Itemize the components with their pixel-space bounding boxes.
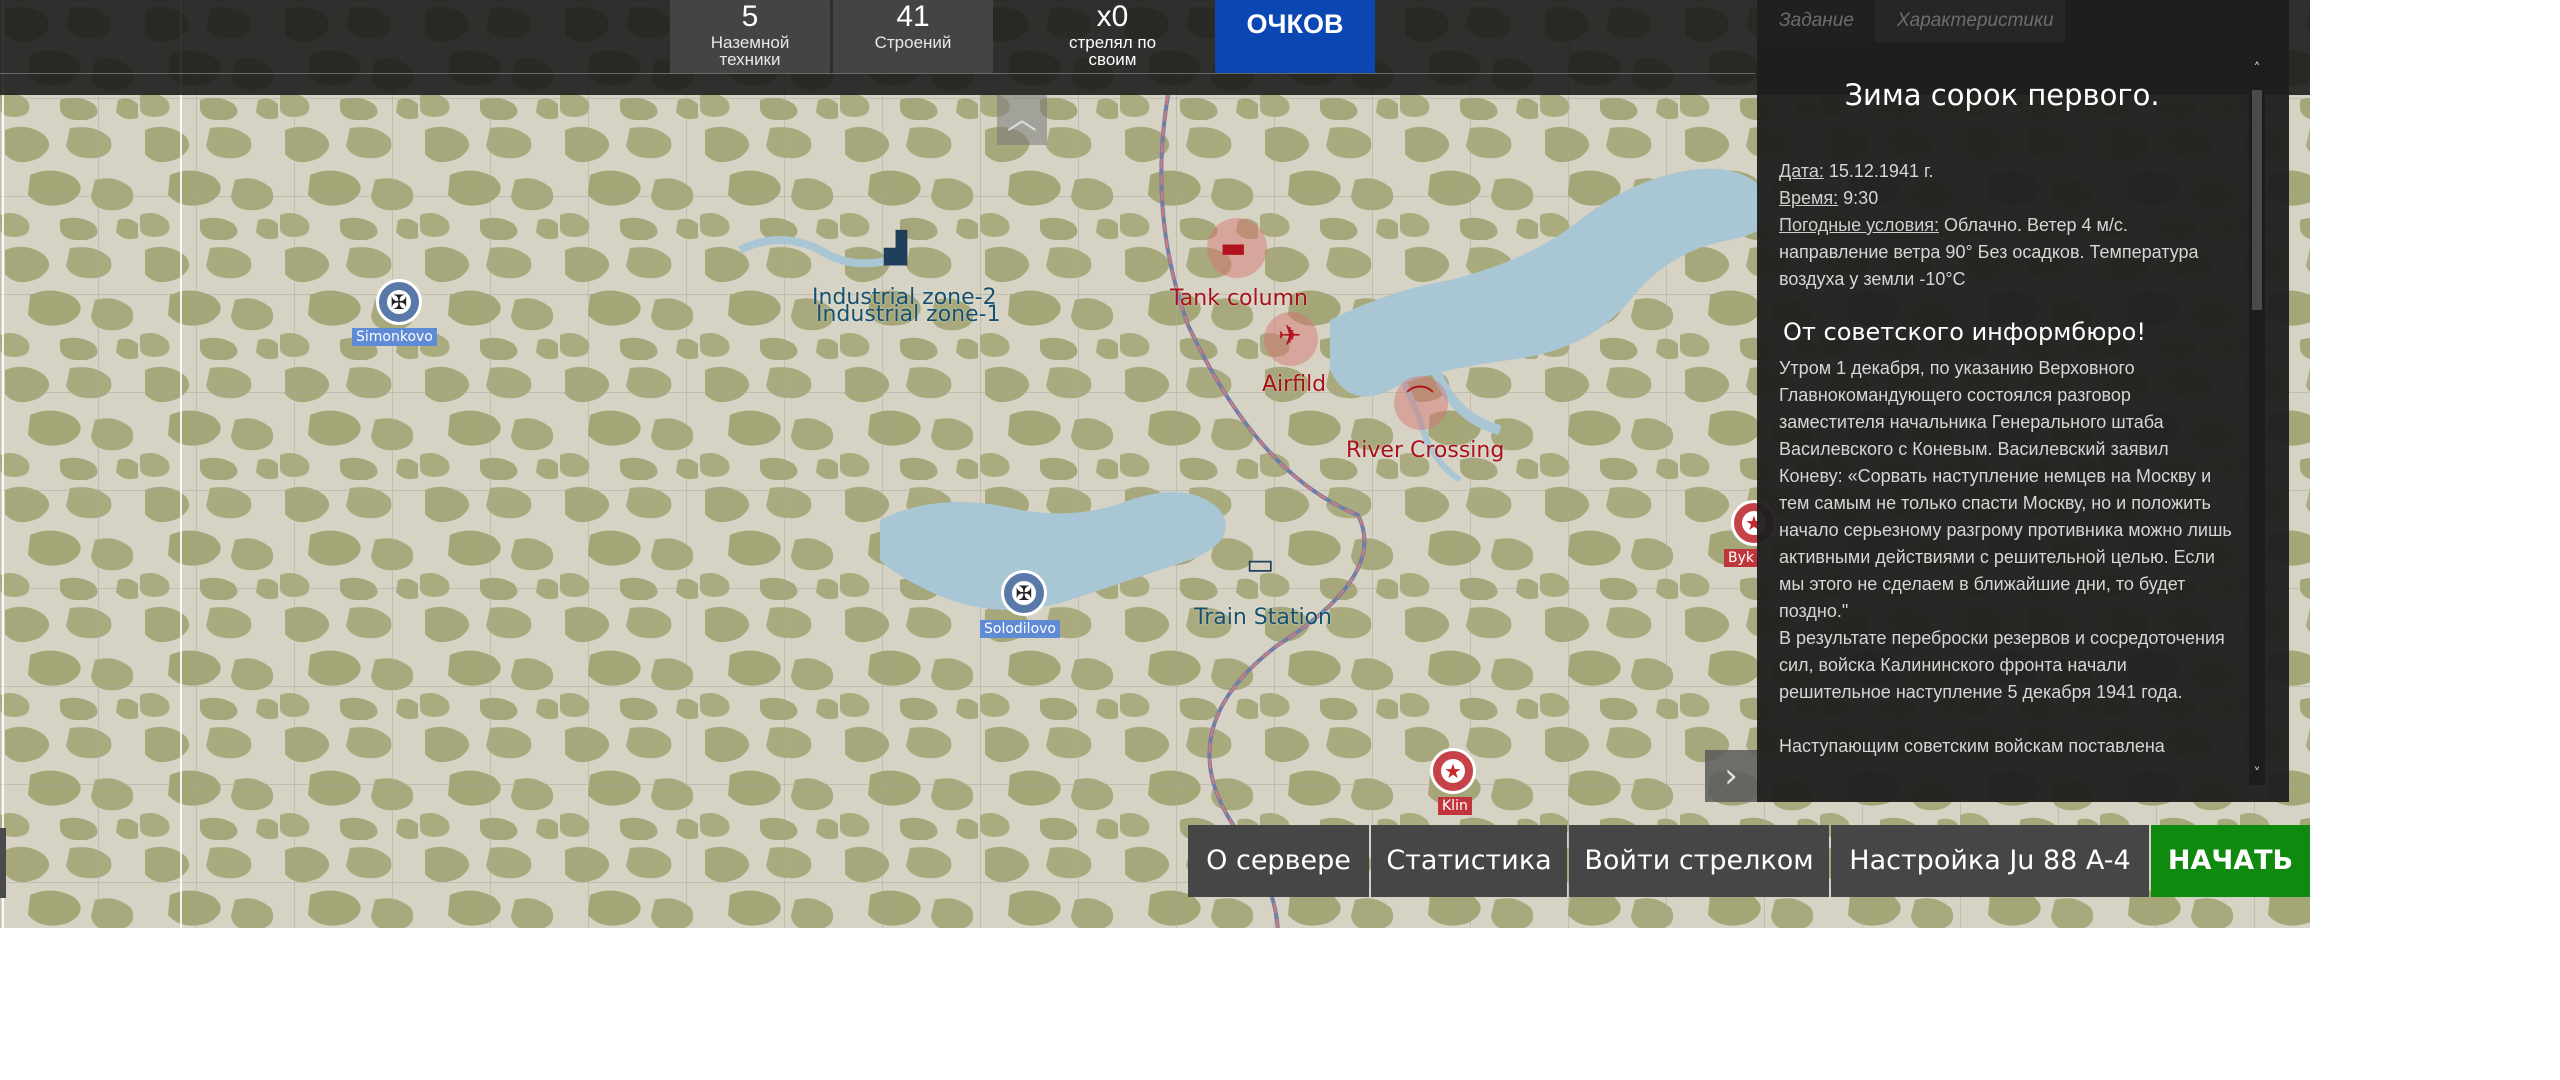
- briefing-paragraph: Наступающим советским войскам поставлена: [1779, 736, 2165, 756]
- collapse-topbar-button[interactable]: ︿: [997, 95, 1047, 145]
- top-bar-divider: [0, 73, 1755, 74]
- stat-vehicles: 5 Наземной техники: [670, 0, 830, 73]
- objective-label: Industrial zone-1: [816, 302, 1001, 327]
- stat-friendly-fire: x0 стрелял по своим: [1030, 0, 1195, 73]
- cross-icon: ✠: [387, 290, 411, 314]
- tab-task[interactable]: Задание: [1757, 0, 1873, 42]
- briefing-paragraph: В результате переброски резервов и сосре…: [1779, 628, 2225, 702]
- briefing-heading: От советского информбюро!: [1783, 318, 2146, 346]
- scrollbar-thumb[interactable]: [2252, 90, 2262, 310]
- meta-value: 9:30: [1843, 188, 1879, 208]
- tab-characteristics[interactable]: Характеристики: [1875, 0, 2065, 42]
- briefing-text: Дата: 15.12.1941 г. Время: 9:30 Погодные…: [1779, 158, 2234, 783]
- briefing-spacer: [1779, 706, 2234, 733]
- aircraft-setup-button[interactable]: Настройка Ju 88 A-4: [1831, 825, 2149, 897]
- objective-label: Airfild: [1262, 372, 1327, 397]
- airbase-label: Byk: [1724, 549, 1758, 567]
- about-server-button[interactable]: О сервере: [1188, 825, 1369, 897]
- meta-key: Время:: [1779, 188, 1839, 208]
- cross-icon: ✠: [1012, 581, 1036, 605]
- stat-value: 41: [896, 0, 930, 33]
- panel-toggle-button[interactable]: ›: [1705, 750, 1757, 802]
- score-button[interactable]: ОЧКОВ: [1215, 0, 1375, 73]
- objective-label: Tank column: [1170, 286, 1308, 311]
- chevron-up-icon: ︿: [1007, 102, 1037, 137]
- chevron-right-icon: ›: [1724, 756, 1738, 796]
- objective-label: River Crossing: [1346, 438, 1505, 463]
- star-icon: ★: [1441, 759, 1465, 783]
- factory-icon[interactable]: ▟: [884, 234, 907, 264]
- stat-label: Строений: [874, 33, 952, 52]
- mission-title: Зима сорок первого.: [1844, 78, 2160, 112]
- stat-buildings: 41 Строений: [833, 0, 993, 73]
- plane-icon[interactable]: ✈: [1278, 322, 1301, 350]
- stat-label: Наземной техники: [710, 33, 790, 69]
- meta-key: Дата:: [1779, 161, 1824, 181]
- bridge-icon[interactable]: ⌒: [1406, 386, 1434, 414]
- map-edge-line: [2, 0, 4, 928]
- meta-date: Дата: 15.12.1941 г.: [1779, 158, 2234, 185]
- airbase-label: Solodilovo: [980, 620, 1060, 638]
- enter-gunner-button[interactable]: Войти стрелком: [1569, 825, 1829, 897]
- meta-value: 15.12.1941 г.: [1828, 161, 1934, 181]
- stat-label: стрелял по своим: [1068, 33, 1157, 69]
- train-icon[interactable]: ▭: [1246, 550, 1274, 580]
- objective-label: Train Station: [1194, 605, 1332, 630]
- scroll-up-icon[interactable]: ˄: [2249, 60, 2265, 78]
- statistics-button[interactable]: Статистика: [1371, 825, 1567, 897]
- meta-time: Время: 9:30: [1779, 185, 2234, 212]
- tank-icon[interactable]: ▬: [1220, 234, 1246, 262]
- left-panel-tab[interactable]: [0, 828, 6, 898]
- airbase-label: Klin: [1438, 797, 1472, 815]
- start-button[interactable]: НАЧАТЬ: [2151, 825, 2310, 897]
- meta-key: Погодные условия:: [1779, 215, 1940, 235]
- scroll-down-icon[interactable]: ˅: [2249, 765, 2265, 783]
- airbase-label: Simonkovo: [352, 328, 437, 346]
- mission-briefing-panel: Задание Характеристики Зима сорок первог…: [1757, 0, 2289, 802]
- meta-weather: Погодные условия: Облачно. Ветер 4 м/с. …: [1779, 212, 2234, 293]
- stat-value: x0: [1096, 0, 1129, 33]
- briefing-scrollbar[interactable]: ˄ ˅: [2249, 60, 2265, 785]
- briefing-paragraph: Утром 1 декабря, по указанию Верховного …: [1779, 358, 2232, 621]
- stat-value: 5: [741, 0, 759, 33]
- game-screen: ▟ Industrial zone-2 Industrial zone-1 ▬ …: [0, 0, 2310, 928]
- map-edge-line: [180, 0, 182, 928]
